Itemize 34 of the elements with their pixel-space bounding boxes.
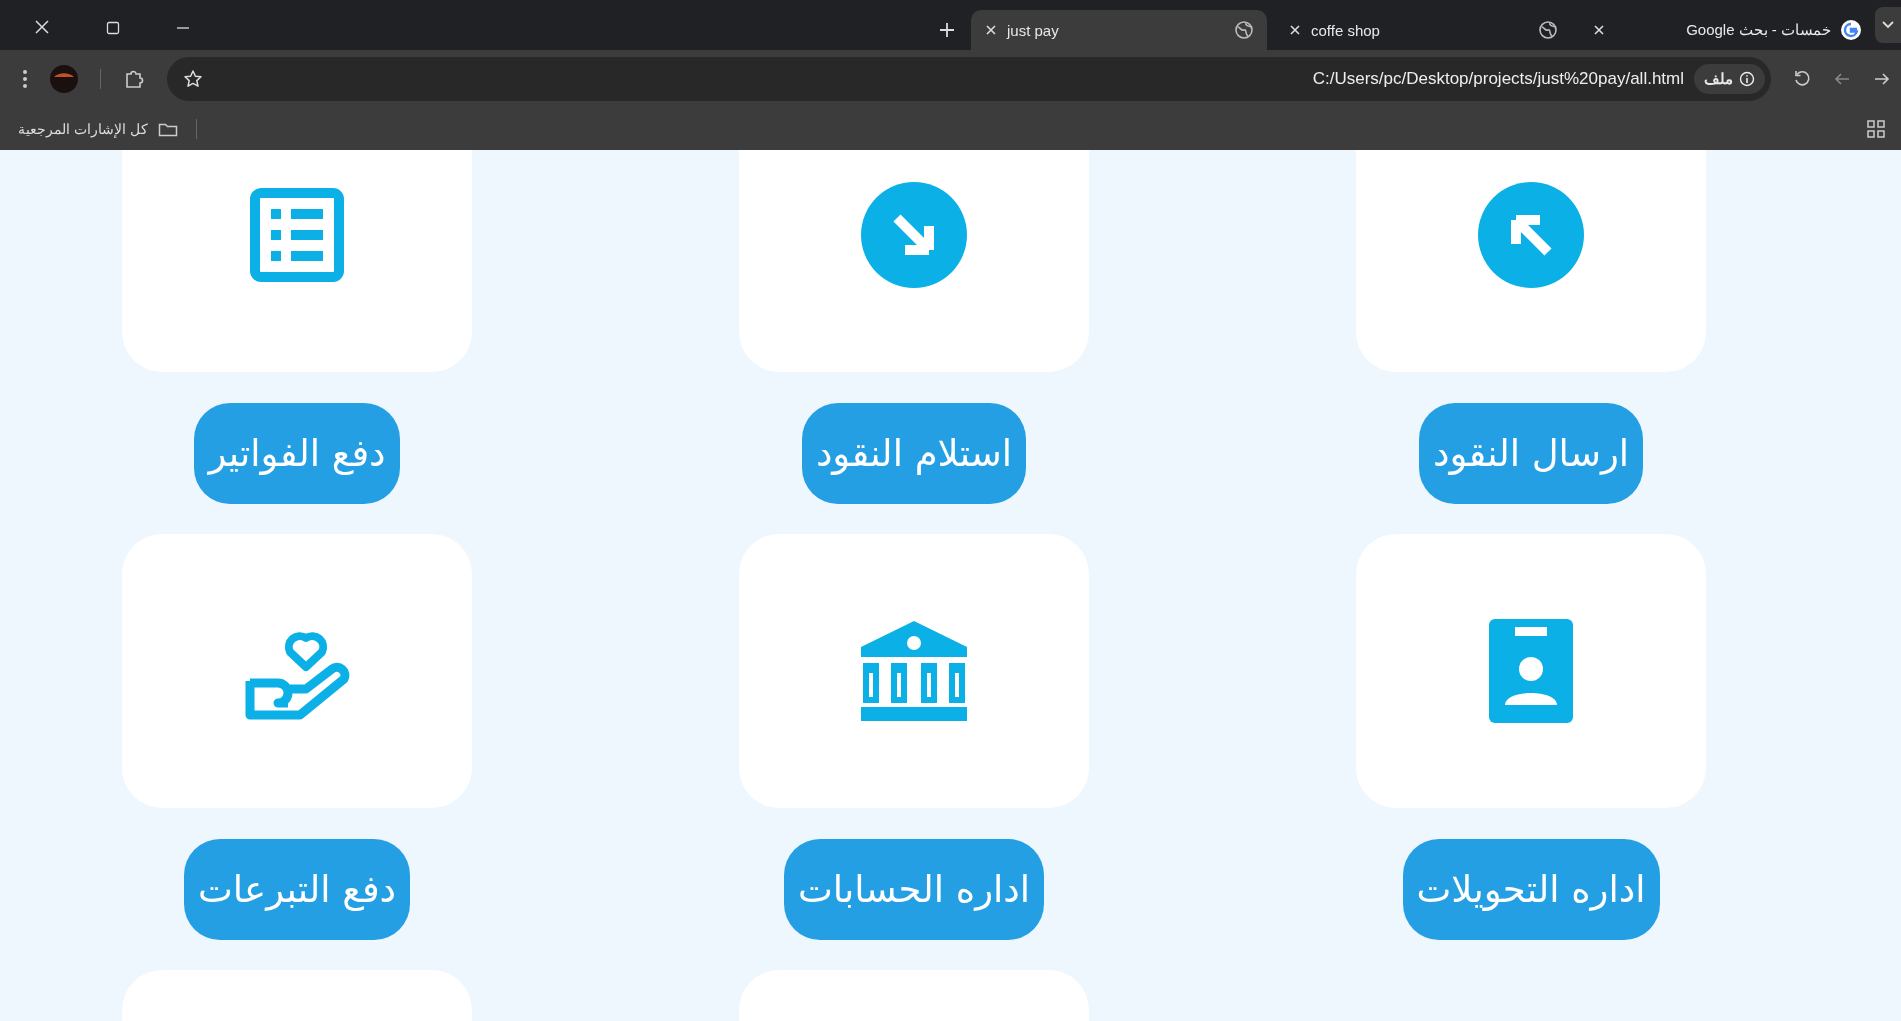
info-icon (1739, 71, 1755, 87)
list-icon (250, 188, 344, 282)
browser-tab[interactable]: just pay (971, 10, 1267, 50)
tab-list-button[interactable] (1875, 7, 1901, 43)
site-info-label: ملف (1704, 70, 1733, 88)
close-icon[interactable] (985, 24, 997, 36)
globe-icon (1235, 21, 1253, 39)
tab-title: just pay (1007, 21, 1060, 39)
menu-icon[interactable] (22, 69, 28, 89)
maximize-icon[interactable] (106, 21, 120, 35)
star-icon[interactable] (183, 69, 203, 89)
new-tab-icon[interactable] (939, 22, 955, 38)
bookmarks-folder[interactable]: كل الإشارات المرجعية (18, 121, 178, 137)
site-icon (1841, 20, 1861, 40)
extensions-icon[interactable] (123, 68, 145, 90)
caret-icon (1882, 21, 1894, 29)
apps-icon[interactable] (1867, 120, 1885, 138)
close-icon[interactable] (1289, 24, 1301, 36)
globe-icon (1539, 21, 1557, 39)
close-icon[interactable] (34, 19, 50, 35)
tab-title: coffe shop (1311, 21, 1381, 39)
contact-card-icon (1489, 619, 1573, 723)
tab-title: خمسات - بحث Google (1685, 21, 1831, 39)
site-info-chip[interactable]: ملف (1694, 64, 1765, 94)
arrow-down-right-icon (861, 182, 967, 288)
browser-tab[interactable]: coffe shop (1275, 10, 1571, 50)
bank-icon (861, 621, 967, 721)
reload-icon[interactable] (1793, 70, 1811, 88)
avatar-icon[interactable] (50, 65, 78, 93)
url-text: C:/Users/pc/Desktop/projects/just%20pay/all.html (1312, 69, 1684, 89)
arrow-up-left-icon (1478, 182, 1584, 288)
browser-tab[interactable]: خمسات - بحث Google (1579, 10, 1875, 50)
close-icon[interactable] (1593, 24, 1605, 36)
folder-icon (157, 121, 178, 137)
